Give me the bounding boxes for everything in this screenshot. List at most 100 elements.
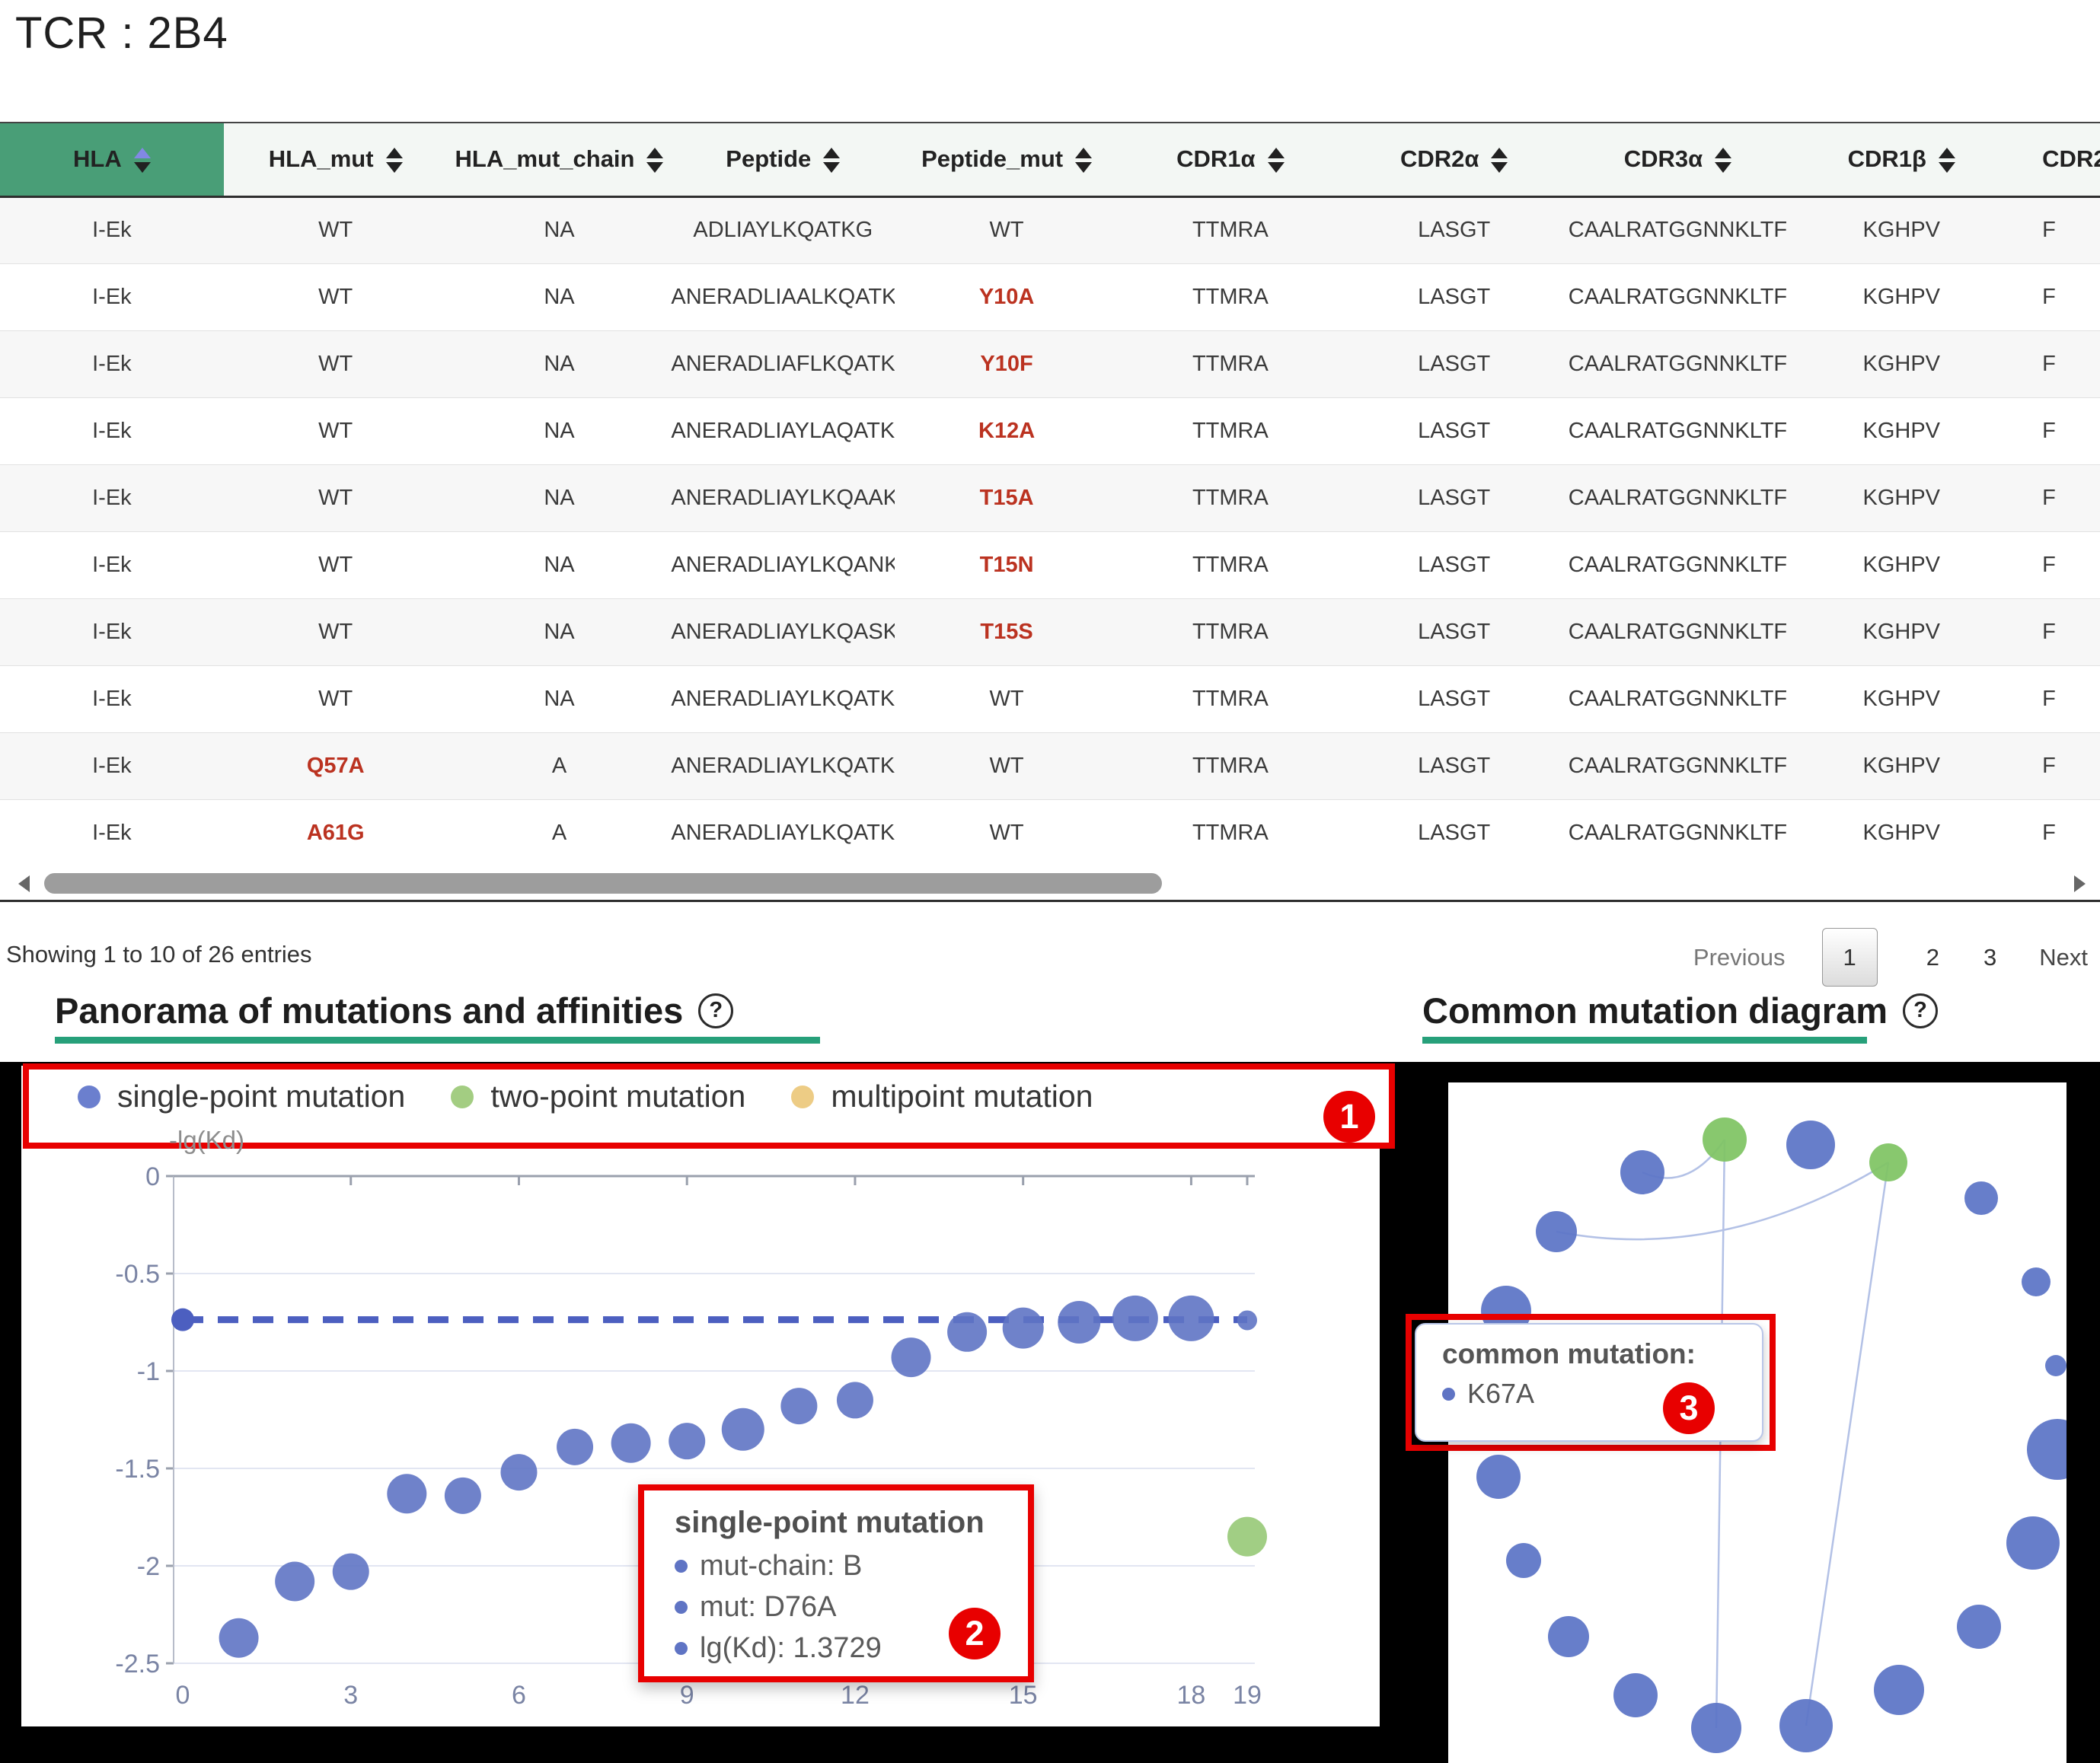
pagination: Previous 1 2 3 Next	[1693, 920, 2088, 996]
panorama-title: Panorama of mutations and affinities	[55, 990, 683, 1031]
annotation-badge-1: 1	[1323, 1091, 1375, 1143]
legend-label: single-point mutation	[117, 1079, 405, 1114]
legend-item[interactable]: multipoint mutation	[791, 1079, 1093, 1114]
column-header-CDR3α[interactable]: CDR3α	[1566, 123, 1790, 196]
table-cell: Q57A	[224, 732, 448, 799]
column-header-HLA_mut[interactable]: HLA_mut	[224, 123, 448, 196]
table-cell: TTMRA	[1119, 464, 1342, 531]
table-cell: F	[2013, 397, 2100, 464]
diagram-title-underline	[1422, 1037, 1867, 1044]
panorama-help-icon[interactable]: ?	[698, 993, 733, 1028]
table-cell: CAALRATGGNNKLTF	[1566, 330, 1790, 397]
column-header-Peptide[interactable]: Peptide	[671, 123, 895, 196]
table-cell: A	[448, 732, 672, 799]
annotation-badge-3: 3	[1663, 1382, 1715, 1434]
column-header-CDR1β[interactable]: CDR1β	[1789, 123, 2013, 196]
table-cell: CAALRATGGNNKLTF	[1566, 196, 1790, 263]
table-cell: WT	[895, 665, 1119, 732]
diagram-tooltip-annotation-box: common mutation: K67A 3	[1406, 1314, 1776, 1451]
table-cell: WT	[895, 799, 1119, 866]
scroll-left-icon[interactable]	[18, 875, 30, 892]
table-cell: I-Ek	[0, 732, 224, 799]
table-row: I-EkWTNAANERADLIAYLKQANKT15NTTMRALASGTCA…	[0, 531, 2100, 598]
chart-legend: single-point mutation two-point mutation m…	[29, 1070, 1389, 1114]
svg-text:0: 0	[145, 1162, 160, 1191]
table-row: I-EkQ57AAANERADLIAYLKQATKWTTTMRALASGTCAA…	[0, 732, 2100, 799]
sort-icon	[1268, 148, 1285, 173]
table-cell: WT	[895, 196, 1119, 263]
column-header-CDR1α[interactable]: CDR1α	[1119, 123, 1342, 196]
column-header-HLA[interactable]: HLA	[0, 123, 224, 196]
table-cell: WT	[224, 397, 448, 464]
table-cell: Y10A	[895, 263, 1119, 330]
bullet-dot-icon	[675, 1642, 688, 1655]
pagination-next[interactable]: Next	[2039, 944, 2088, 971]
table-row: I-EkWTNAANERADLIAYLKQASKT15STTMRALASGTCA…	[0, 598, 2100, 665]
table-cell: NA	[448, 665, 672, 732]
scrollbar-thumb[interactable]	[44, 873, 1162, 894]
table-cell: F	[2013, 263, 2100, 330]
table-cell: ANERADLIAYLKQANK	[671, 531, 895, 598]
svg-text:-1: -1	[137, 1357, 160, 1386]
table-cell: I-Ek	[0, 196, 224, 263]
table-cell: WT	[224, 665, 448, 732]
table-cell: CAALRATGGNNKLTF	[1566, 397, 1790, 464]
table-cell: F	[2013, 330, 2100, 397]
table-row: I-EkWTNAANERADLIAALKQATKY10ATTMRALASGTCA…	[0, 263, 2100, 330]
table-cell: TTMRA	[1119, 263, 1342, 330]
table-row: I-EkWTNAANERADLIAFLKQATKY10FTTMRALASGTCA…	[0, 330, 2100, 397]
table-row: I-EkWTNAADLIAYLKQATKGWTTTMRALASGTCAALRAT…	[0, 196, 2100, 263]
horizontal-scrollbar[interactable]	[0, 869, 2100, 898]
pagination-page-2[interactable]: 2	[1926, 944, 1939, 971]
scatter-tooltip-annotation-box: single-point mutation mut-chain: Bmut: D…	[638, 1484, 1034, 1682]
column-header-Peptide_mut[interactable]: Peptide_mut	[895, 123, 1119, 196]
table-cell: F	[2013, 732, 2100, 799]
pagination-pages: 123	[1786, 944, 1997, 971]
table-cell: CAALRATGGNNKLTF	[1566, 531, 1790, 598]
pagination-page-3[interactable]: 3	[1984, 944, 1996, 971]
table-cell: Y10F	[895, 330, 1119, 397]
table-cell: I-Ek	[0, 799, 224, 866]
table-cell: NA	[448, 531, 672, 598]
table-cell: NA	[448, 196, 672, 263]
diagram-title: Common mutation diagram	[1422, 990, 1888, 1031]
svg-text:0: 0	[176, 1681, 190, 1710]
table-cell: ADLIAYLKQATKG	[671, 196, 895, 263]
sort-icon	[646, 148, 663, 173]
column-header-CDR2β[interactable]: CDR2β	[2013, 123, 2100, 196]
table-cell: A61G	[224, 799, 448, 866]
table-cell: LASGT	[1342, 263, 1566, 330]
table-cell: NA	[448, 263, 672, 330]
table-cell: CAALRATGGNNKLTF	[1566, 464, 1790, 531]
section-titles: Panorama of mutations and affinities ? C…	[0, 990, 2100, 1062]
pagination-page-1[interactable]: 1	[1822, 928, 1878, 987]
legend-item[interactable]: two-point mutation	[451, 1079, 745, 1114]
table-cell: I-Ek	[0, 598, 224, 665]
table-cell: T15N	[895, 531, 1119, 598]
table-cell: KGHPV	[1789, 598, 2013, 665]
svg-text:19: 19	[1233, 1681, 1262, 1710]
table-cell: KGHPV	[1789, 464, 2013, 531]
column-header-HLA_mut_chain[interactable]: HLA_mut_chain	[448, 123, 672, 196]
table-cell: F	[2013, 196, 2100, 263]
table-cell: KGHPV	[1789, 732, 2013, 799]
column-header-CDR2α[interactable]: CDR2α	[1342, 123, 1566, 196]
table-cell: TTMRA	[1119, 799, 1342, 866]
table-cell: I-Ek	[0, 397, 224, 464]
scatter-tooltip-row: mut-chain: B	[675, 1546, 1028, 1587]
bullet-dot-icon	[675, 1560, 688, 1573]
table-cell: T15A	[895, 464, 1119, 531]
tcr-mutations-table-container[interactable]: HLAHLA_mutHLA_mut_chainPeptidePeptide_mu…	[0, 122, 2100, 869]
scroll-right-icon[interactable]	[2074, 875, 2086, 892]
table-cell: NA	[448, 464, 672, 531]
legend-item[interactable]: single-point mutation	[78, 1079, 405, 1114]
diagram-tooltip: common mutation: K67A	[1415, 1323, 1763, 1442]
diagram-help-icon[interactable]: ?	[1903, 993, 1938, 1028]
table-cell: LASGT	[1342, 531, 1566, 598]
tcr-mutations-table: HLAHLA_mutHLA_mut_chainPeptidePeptide_mu…	[0, 123, 2100, 866]
table-cell: ANERADLIAYLKQASK	[671, 598, 895, 665]
table-cell: LASGT	[1342, 598, 1566, 665]
pagination-previous[interactable]: Previous	[1693, 944, 1786, 971]
table-cell: ANERADLIAYLKQATK	[671, 665, 895, 732]
table-cell: WT	[224, 330, 448, 397]
